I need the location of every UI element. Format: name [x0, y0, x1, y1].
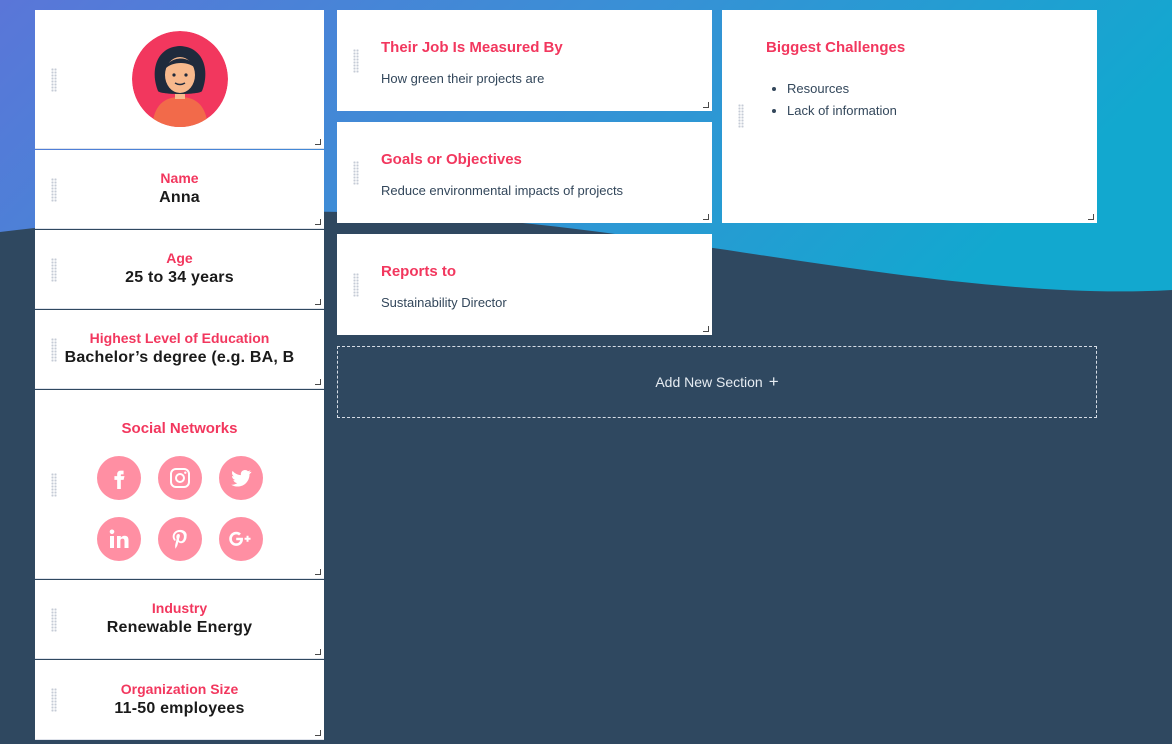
name-value: Anna: [159, 189, 200, 206]
section-title: Reports to: [381, 263, 456, 280]
drag-handle[interactable]: [51, 178, 57, 202]
list-item: Lack of information: [787, 100, 897, 122]
challenges-list: Resources Lack of information: [787, 78, 897, 122]
education-label: Highest Level of Education: [89, 330, 270, 346]
pinterest-icon[interactable]: [158, 517, 202, 561]
drag-handle[interactable]: [51, 608, 57, 632]
twitter-icon[interactable]: [219, 456, 263, 500]
add-new-section-label: Add New Section: [655, 374, 763, 390]
social-networks-title: Social Networks: [121, 420, 238, 437]
industry-card: Industry Renewable Energy: [35, 580, 324, 659]
drag-handle[interactable]: [51, 68, 57, 92]
name-label: Name: [160, 170, 199, 186]
education-card: Highest Level of Education Bachelor’s de…: [35, 310, 324, 389]
drag-handle[interactable]: [738, 104, 744, 128]
plus-icon: +: [768, 372, 779, 391]
name-card: Name Anna: [35, 150, 324, 229]
section-title: Biggest Challenges: [766, 39, 906, 56]
section-title: Goals or Objectives: [381, 151, 522, 168]
age-value: 25 to 34 years: [125, 269, 234, 286]
section-text: Sustainability Director: [381, 295, 507, 310]
drag-handle[interactable]: [51, 688, 57, 712]
resize-handle[interactable]: [315, 569, 321, 575]
drag-handle[interactable]: [51, 473, 57, 497]
industry-label: Industry: [151, 600, 208, 616]
drag-handle[interactable]: [51, 258, 57, 282]
age-label: Age: [166, 250, 193, 266]
section-title: Their Job Is Measured By: [381, 39, 563, 56]
resize-handle[interactable]: [315, 299, 321, 305]
resize-handle[interactable]: [315, 139, 321, 145]
education-value: Bachelor’s degree (e.g. BA, B: [64, 349, 295, 366]
avatar-card: [35, 10, 324, 149]
resize-handle[interactable]: [703, 326, 709, 332]
reports-to-card: Reports to Sustainability Director: [337, 234, 712, 335]
section-text: Reduce environmental impacts of projects: [381, 183, 624, 198]
resize-handle[interactable]: [315, 649, 321, 655]
goals-objectives-card: Goals or Objectives Reduce environmental…: [337, 122, 712, 223]
resize-handle[interactable]: [703, 102, 709, 108]
organization-size-value: 11-50 employees: [114, 699, 245, 717]
google-plus-icon[interactable]: [219, 517, 263, 561]
job-measured-by-card: Their Job Is Measured By How green their…: [337, 10, 712, 111]
industry-value: Renewable Energy: [106, 619, 253, 636]
resize-handle[interactable]: [315, 730, 321, 736]
drag-handle[interactable]: [353, 161, 359, 185]
resize-handle[interactable]: [703, 214, 709, 220]
add-new-section-button[interactable]: Add New Section +: [337, 346, 1097, 418]
facebook-icon[interactable]: [97, 456, 141, 500]
drag-handle[interactable]: [353, 49, 359, 73]
avatar-illustration-icon: [131, 31, 228, 127]
drag-handle[interactable]: [51, 338, 57, 362]
linkedin-icon[interactable]: [97, 517, 141, 561]
avatar[interactable]: [131, 31, 228, 127]
list-item: Resources: [787, 78, 897, 100]
organization-size-label: Organization Size: [120, 680, 239, 697]
section-text: How green their projects are: [381, 71, 545, 86]
resize-handle[interactable]: [315, 379, 321, 385]
biggest-challenges-card: Biggest Challenges Resources Lack of inf…: [722, 10, 1097, 223]
social-networks-card: Social Networks: [35, 390, 324, 579]
resize-handle[interactable]: [1088, 214, 1094, 220]
resize-handle[interactable]: [315, 219, 321, 225]
instagram-icon[interactable]: [158, 456, 202, 500]
organization-size-card: Organization Size 11-50 employees: [35, 660, 324, 740]
drag-handle[interactable]: [353, 273, 359, 297]
age-card: Age 25 to 34 years: [35, 230, 324, 309]
